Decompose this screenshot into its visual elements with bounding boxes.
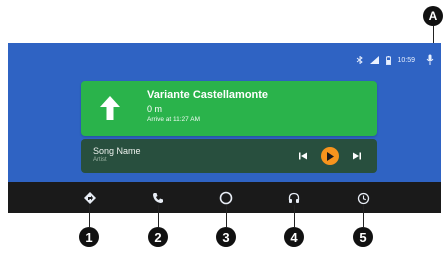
navigation-text: Variante Castellamonte 0 m Arrive at 11:…	[147, 89, 268, 124]
next-track-icon[interactable]	[353, 147, 361, 165]
callout-1: 1	[79, 227, 99, 247]
status-bar: 10:59	[356, 53, 415, 67]
phone-icon[interactable]	[150, 190, 166, 206]
callout-5-line	[363, 205, 364, 227]
previous-track-icon[interactable]	[299, 147, 307, 165]
navigation-icon[interactable]	[82, 190, 98, 206]
distance: 0 m	[147, 104, 163, 114]
battery-icon	[386, 55, 392, 65]
clock-icon[interactable]	[355, 190, 371, 206]
headphones-icon[interactable]	[286, 190, 302, 206]
bluetooth-icon	[356, 56, 364, 64]
status-time: 10:59	[397, 56, 415, 64]
bottom-navigation-bar	[8, 182, 441, 213]
callout-5: 5	[353, 227, 373, 247]
home-icon[interactable]	[218, 190, 234, 206]
media-card[interactable]: Song Name Artist	[81, 139, 377, 173]
media-controls	[299, 147, 361, 165]
callout-2-line	[158, 205, 159, 227]
navigation-card[interactable]: Variante Castellamonte 0 m Arrive at 11:…	[81, 81, 377, 136]
figure: A 10:59 Variante Castellamonte 0 m Arriv…	[0, 0, 443, 253]
callout-4: 4	[284, 227, 304, 247]
signal-icon	[370, 56, 380, 64]
android-auto-screen: 10:59 Variante Castellamonte 0 m Arrive …	[8, 43, 441, 213]
callout-a: A	[423, 6, 443, 26]
play-button[interactable]	[321, 147, 339, 165]
callout-4-line	[294, 205, 295, 227]
callout-3-line	[226, 205, 227, 227]
callout-1-line	[89, 205, 90, 227]
callout-2: 2	[148, 227, 168, 247]
callout-3: 3	[216, 227, 236, 247]
microphone-icon[interactable]	[426, 53, 434, 71]
turn-arrow-icon	[100, 96, 120, 125]
song-name: Song Name	[93, 146, 141, 156]
eta: Arrive at 11:27 AM	[147, 116, 200, 123]
destination-name: Variante Castellamonte	[147, 89, 269, 101]
song-artist: Artist	[93, 157, 107, 163]
